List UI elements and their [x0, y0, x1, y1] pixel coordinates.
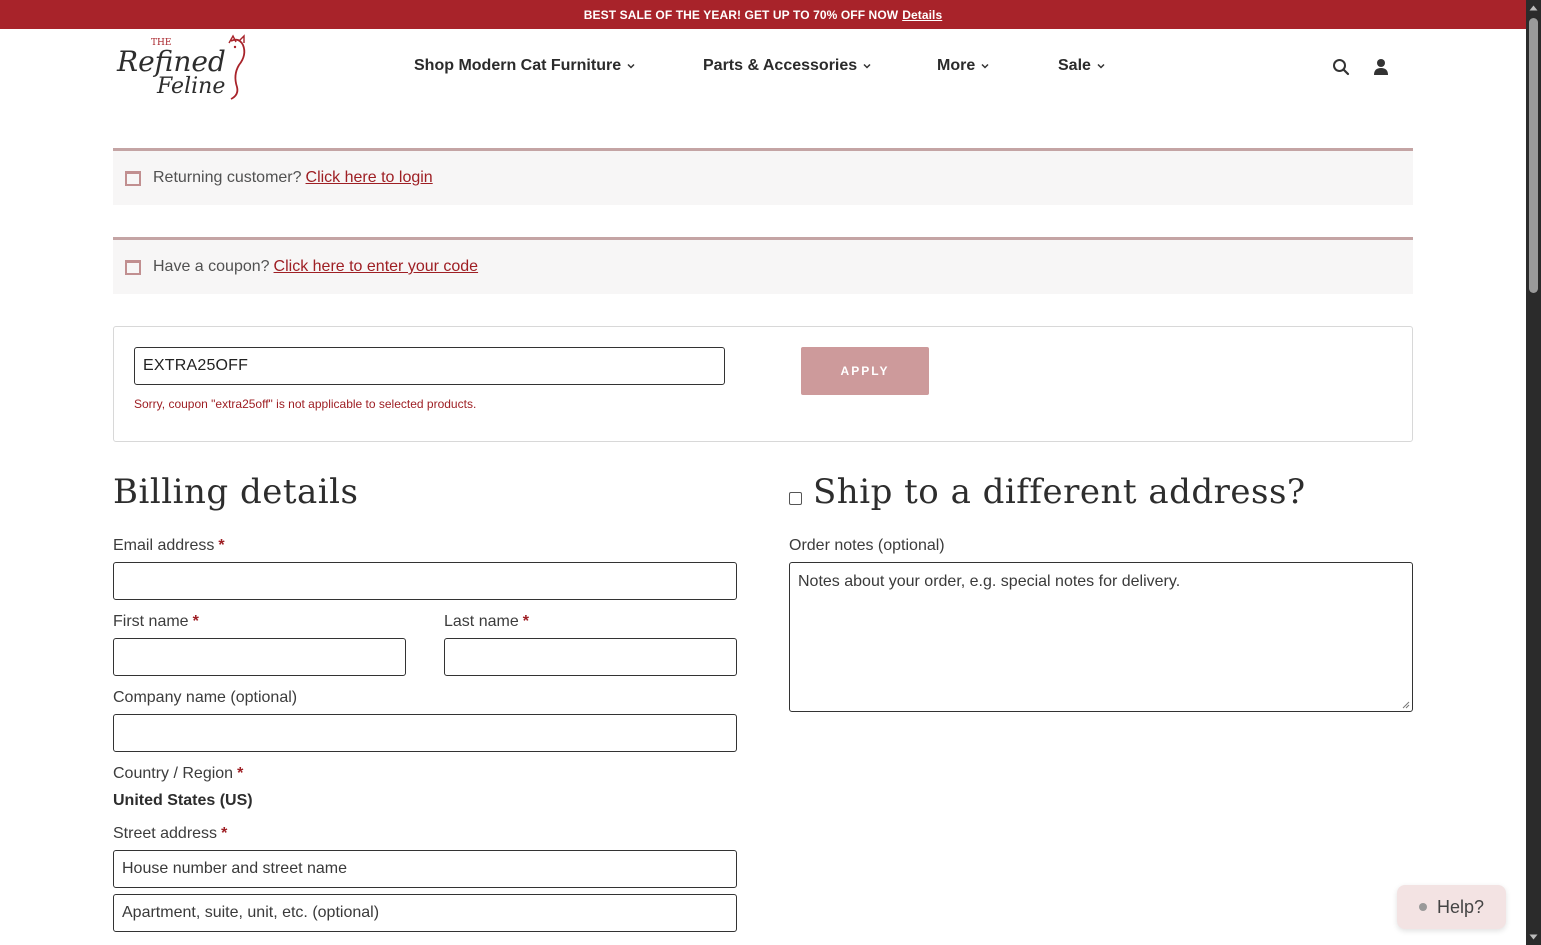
email-label: Email address * [113, 537, 225, 555]
last-name-field[interactable] [444, 638, 737, 676]
scroll-down-icon[interactable] [1529, 933, 1538, 941]
logo-feline: Feline [156, 74, 225, 99]
scroll-thumb[interactable] [1529, 18, 1538, 293]
account-icon[interactable] [1371, 57, 1391, 77]
company-field[interactable] [113, 714, 737, 752]
site-logo[interactable]: THE Refined Feline [113, 33, 255, 101]
site-header: THE Refined Feline Shop Modern Cat Furni… [0, 29, 1526, 109]
nav-sale[interactable]: Sale [1058, 57, 1105, 75]
page-scrollbar[interactable] [1526, 0, 1541, 945]
coupon-notice-text: Have a coupon? [153, 258, 270, 275]
help-button[interactable]: Help? [1397, 885, 1506, 929]
first-name-field[interactable] [113, 638, 406, 676]
ship-different-title[interactable]: Ship to a different address? [813, 472, 1306, 512]
street-label-text: Street address [113, 825, 218, 842]
billing-details-title: Billing details [113, 472, 359, 512]
country-value: United States (US) [113, 792, 253, 809]
coupon-code-input[interactable]: EXTRA25OFF [134, 347, 725, 385]
coupon-form: EXTRA25OFF Sorry, coupon "extra25off" is… [113, 326, 1413, 442]
first-name-label: First name * [113, 613, 199, 631]
help-label: Help? [1436, 896, 1485, 917]
search-icon[interactable] [1331, 57, 1351, 77]
promo-text: BEST SALE OF THE YEAR! GET UP TO 70% OFF… [583, 7, 899, 22]
chevron-down-icon [981, 63, 989, 69]
scroll-up-icon[interactable] [1529, 4, 1538, 12]
nav-label: Parts & Accessories [703, 57, 858, 74]
nav-label: More [937, 57, 976, 74]
login-notice-text: Returning customer? [153, 169, 302, 186]
login-notice: Returning customer? Click here to login [113, 148, 1413, 205]
promo-details-link[interactable]: Details [902, 8, 942, 22]
first-name-label-text: First name [113, 613, 189, 630]
nav-shop-modern-cat-furniture[interactable]: Shop Modern Cat Furniture [414, 57, 635, 75]
apply-coupon-button[interactable]: APPLY [801, 347, 929, 395]
required-mark: * [192, 613, 199, 630]
required-mark: * [237, 765, 244, 782]
required-mark: * [522, 613, 529, 630]
coupon-link[interactable]: Click here to enter your code [274, 258, 479, 276]
login-link[interactable]: Click here to login [306, 169, 433, 187]
coupon-notice: Have a coupon? Click here to enter your … [113, 237, 1413, 294]
nav-parts-accessories[interactable]: Parts & Accessories [703, 57, 871, 75]
street-address-field[interactable]: House number and street name [113, 850, 737, 888]
country-label-text: Country / Region [113, 765, 234, 782]
resize-handle-icon[interactable] [1402, 701, 1410, 709]
chevron-down-icon [1097, 63, 1105, 69]
last-name-label-text: Last name [444, 613, 519, 630]
order-notes-placeholder: Notes about your order, e.g. special not… [798, 573, 1181, 590]
logo-graphic: THE Refined Feline [116, 34, 246, 100]
street-label: Street address * [113, 825, 227, 843]
promo-banner: BEST SALE OF THE YEAR! GET UP TO 70% OFF… [0, 0, 1526, 29]
window-icon [125, 259, 141, 275]
chevron-down-icon [627, 63, 635, 69]
order-notes-label: Order notes (optional) [789, 537, 945, 554]
country-label: Country / Region * [113, 765, 243, 783]
help-status-icon [1418, 903, 1427, 911]
chevron-down-icon [863, 63, 871, 69]
last-name-label: Last name * [444, 613, 529, 631]
ship-different-checkbox[interactable] [789, 492, 802, 505]
order-notes-field[interactable]: Notes about your order, e.g. special not… [789, 562, 1413, 712]
nav-label: Sale [1058, 57, 1091, 74]
company-label: Company name (optional) [113, 689, 298, 706]
street-address-2-field[interactable]: Apartment, suite, unit, etc. (optional) [113, 894, 737, 932]
nav-label: Shop Modern Cat Furniture [414, 57, 622, 74]
window-icon [125, 170, 141, 186]
required-mark: * [221, 825, 228, 842]
email-field[interactable] [113, 562, 737, 600]
nav-more[interactable]: More [937, 57, 989, 75]
coupon-error-message: Sorry, coupon "extra25off" is not applic… [134, 397, 477, 411]
required-mark: * [218, 537, 225, 554]
email-label-text: Email address [113, 537, 215, 554]
